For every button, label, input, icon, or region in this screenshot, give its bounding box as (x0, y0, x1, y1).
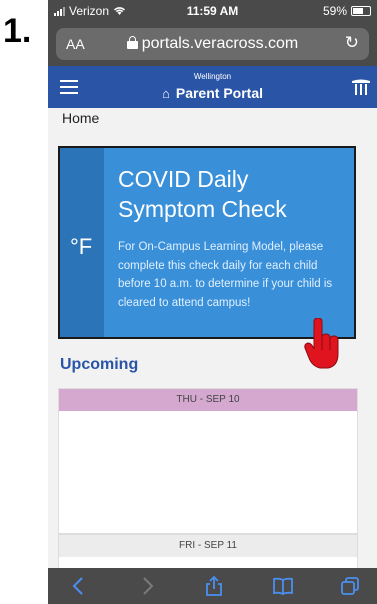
pointer-hand-icon (304, 318, 339, 369)
portal-header: Wellington ⌂ Parent Portal (48, 66, 377, 108)
thermometer-icon: °F (70, 234, 93, 259)
portal-title[interactable]: ⌂ Parent Portal (48, 85, 377, 101)
covid-symptom-check-card[interactable]: °F COVID Daily Symptom Check For On-Camp… (58, 146, 356, 339)
battery-icon (351, 6, 371, 16)
school-logo-icon[interactable] (351, 78, 371, 96)
browser-url-bar: AA portals.veracross.com ↻ (48, 22, 377, 66)
home-icon: ⌂ (162, 86, 170, 101)
url-text: portals.veracross.com (141, 35, 299, 52)
lock-icon (126, 36, 138, 49)
status-bar: Verizon 11:59 AM 59% (48, 0, 377, 22)
school-name: Wellington (193, 72, 232, 81)
safari-toolbar (48, 568, 377, 604)
tabs-icon[interactable] (340, 576, 362, 596)
address-field[interactable]: AA portals.veracross.com ↻ (56, 28, 369, 60)
status-right: 59% (323, 4, 371, 18)
url-display[interactable]: portals.veracross.com (56, 35, 369, 53)
card-title: COVID Daily Symptom Check (118, 166, 287, 222)
reload-icon[interactable]: ↻ (345, 33, 359, 53)
portal-title-text: Parent Portal (175, 85, 263, 101)
share-icon[interactable] (203, 576, 225, 596)
day-block-thursday: THU - SEP 10 (58, 388, 358, 534)
bookmarks-icon[interactable] (272, 576, 294, 596)
breadcrumb[interactable]: Home (62, 110, 99, 126)
forward-icon[interactable] (136, 576, 158, 596)
phone-screen: Verizon 11:59 AM 59% AA portals.veracros… (48, 0, 377, 604)
day-header: FRI - SEP 11 (59, 535, 357, 557)
card-description: For On-Campus Learning Model, please com… (118, 241, 333, 309)
day-header: THU - SEP 10 (59, 389, 357, 411)
battery-percent: 59% (322, 4, 347, 18)
upcoming-heading: Upcoming (60, 356, 139, 373)
step-number: 1. (3, 12, 32, 50)
back-icon[interactable] (68, 576, 90, 596)
